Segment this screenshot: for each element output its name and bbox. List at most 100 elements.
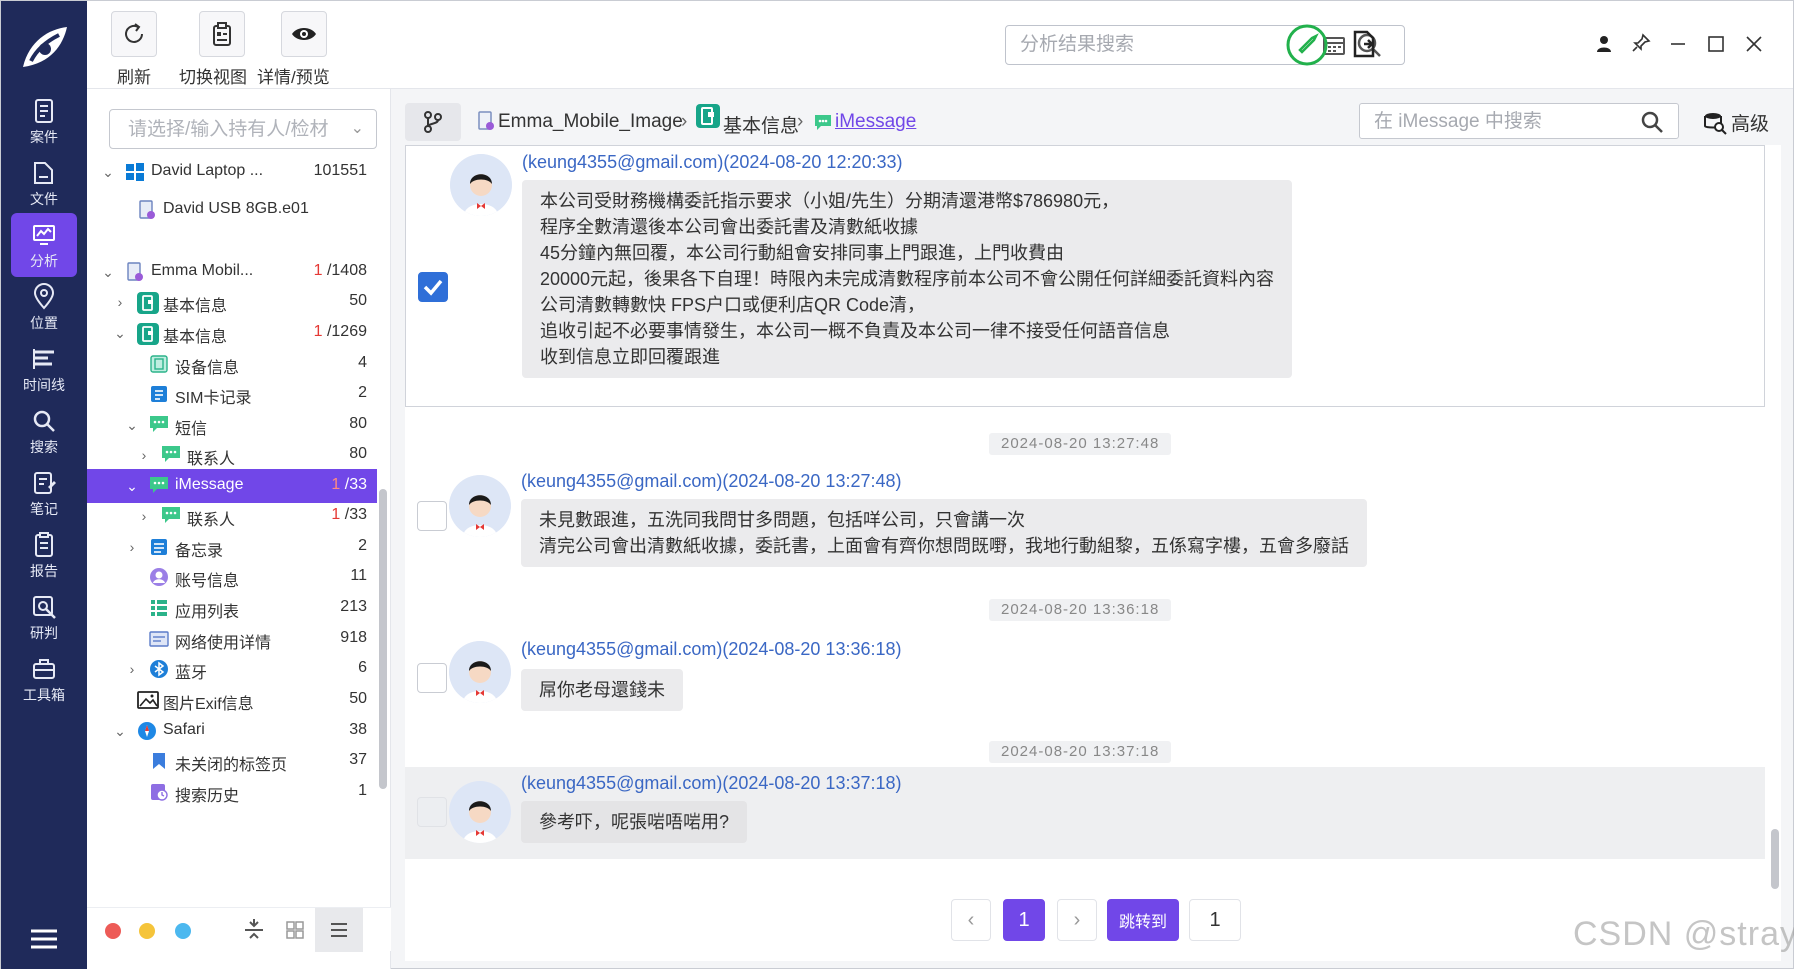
chevron-right-icon[interactable]: › <box>125 540 139 554</box>
prev-page-button[interactable]: ‹ <box>951 899 991 941</box>
advanced-search-button[interactable]: 高级 <box>1703 109 1769 136</box>
left-nav: 案件 文件 分析 位置 时间线 搜索 笔记 报告 研判 工具箱 <box>1 1 87 969</box>
message-item[interactable]: (keung4355@gmail.com)(2024-08-20 13:27:4… <box>405 461 1765 567</box>
message-checkbox[interactable] <box>417 663 447 693</box>
judge-icon <box>33 596 56 619</box>
tree-row[interactable]: 网络使用详情 918 <box>87 622 377 656</box>
chevron-down-icon[interactable]: ⌄ <box>101 165 115 179</box>
tree-row[interactable]: ⌄ Safari 38 <box>87 714 377 748</box>
total-count: /1408 <box>326 262 367 279</box>
message-bubble: 本公司受財務機構委託指示要求（小姐/先生）分期清還港幣$786980元， 程序全… <box>522 180 1293 378</box>
tree-row[interactable]: › 联系人 80 <box>87 438 377 472</box>
blue-dot-icon[interactable] <box>175 923 191 939</box>
jump-page-input[interactable]: 1 <box>1189 899 1241 941</box>
nav-item-file[interactable]: 文件 <box>11 151 77 215</box>
total-count: 50 <box>349 292 367 309</box>
chevron-down-icon[interactable]: ⌄ <box>113 724 127 738</box>
message-checkbox[interactable] <box>417 797 447 827</box>
message-sender: (keung4355@gmail.com)(2024-08-20 12:20:3… <box>522 152 903 172</box>
branch-button[interactable] <box>405 103 461 141</box>
minimize-icon[interactable] <box>1669 35 1687 53</box>
nav-item-analysis[interactable]: 分析 <box>11 213 77 277</box>
breadcrumb-current[interactable]: iMessage <box>835 111 916 133</box>
nav-item-report[interactable]: 报告 <box>11 523 77 587</box>
tree-row[interactable]: ⌄ David Laptop ... 101551 <box>87 155 377 189</box>
close-icon[interactable] <box>1745 35 1763 53</box>
watermark: CSDN @stray l <box>1573 915 1794 953</box>
tag-icon[interactable] <box>1285 23 1329 67</box>
message-search-input[interactable] <box>1374 110 1624 134</box>
nav-item-case[interactable]: 案件 <box>11 89 77 153</box>
switch-view-button[interactable]: 切换视图 <box>179 11 247 88</box>
nav-item-search[interactable]: 搜索 <box>11 399 77 463</box>
pin-icon[interactable] <box>1631 33 1651 53</box>
chevron-right-icon[interactable]: › <box>113 295 127 309</box>
nav-item-note[interactable]: 笔记 <box>11 461 77 525</box>
clipboard-icon <box>213 22 231 46</box>
message-scrollbar[interactable] <box>1771 829 1779 889</box>
tree-row-label: 基本信息 <box>163 329 228 346</box>
message-line: 45分鐘內無回覆，本公司行動組會安排同事上門跟進，上門收費由 <box>540 243 1065 263</box>
tree-row[interactable]: 搜索历史 1 <box>87 775 377 809</box>
message-checkbox[interactable] <box>417 501 447 531</box>
refresh-button[interactable]: 刷新 <box>111 11 157 88</box>
breadcrumb-item[interactable]: 基本信息 <box>723 111 799 138</box>
details-preview-button[interactable]: 详情/预览 <box>257 11 330 88</box>
message-search-box <box>1359 103 1679 139</box>
message-bubble: 未見數跟進，五洗同我問甘多問題，包括咩公司，只會講一次 清完公司會出清數紙收據，… <box>521 499 1367 567</box>
chevron-right-icon[interactable]: › <box>137 448 151 462</box>
next-page-button[interactable]: › <box>1057 899 1097 941</box>
message-item[interactable]: (keung4355@gmail.com)(2024-08-20 12:20:3… <box>405 145 1765 407</box>
chevron-down-icon[interactable]: ⌄ <box>113 326 127 340</box>
chevron-down-icon[interactable]: ⌄ <box>125 418 139 432</box>
branch-icon <box>424 111 442 133</box>
tree-row-label: 账号信息 <box>175 573 240 590</box>
tree-row[interactable]: ⌄ 基本信息 1 /1269 <box>87 316 377 350</box>
page-number-button[interactable]: 1 <box>1003 899 1045 941</box>
red-dot-icon[interactable] <box>105 923 121 939</box>
tree-row-label: Safari <box>163 721 205 738</box>
jump-to-button[interactable]: 跳转到 <box>1107 899 1179 941</box>
tree-row[interactable]: 未关闭的标签页 37 <box>87 744 377 778</box>
nav-item-timeline[interactable]: 时间线 <box>11 337 77 401</box>
chevron-down-icon[interactable]: ⌄ <box>125 479 139 493</box>
tree-row[interactable]: › 基本信息 50 <box>87 285 377 319</box>
tree-row[interactable]: 账号信息 11 <box>87 560 377 594</box>
tree-row[interactable]: › 蓝牙 6 <box>87 652 377 686</box>
tree-row[interactable]: ⌄ 短信 80 <box>87 408 377 442</box>
result-search-input[interactable] <box>1020 32 1310 58</box>
tree-row[interactable]: SIM卡记录 2 <box>87 377 377 411</box>
refresh-icon <box>125 23 143 43</box>
tree-row[interactable]: David USB 8GB.e01 <box>87 193 377 227</box>
tree-row[interactable]: 设备信息 4 <box>87 347 377 381</box>
export-icon[interactable] <box>1351 29 1379 59</box>
tree-row-selected[interactable]: ⌄ iMessage 1 /33 <box>87 469 377 503</box>
tree-row[interactable]: › 备忘录 2 <box>87 530 377 564</box>
nav-item-judge[interactable]: 研判 <box>11 585 77 649</box>
tree-row[interactable]: 图片Exif信息 50 <box>87 683 377 717</box>
yellow-dot-icon[interactable] <box>139 923 155 939</box>
chevron-right-icon: › <box>797 111 804 132</box>
chevron-right-icon[interactable]: › <box>137 509 151 523</box>
tree-row[interactable]: 应用列表 213 <box>87 591 377 625</box>
tree-row[interactable]: › 联系人 1 /33 <box>87 499 377 533</box>
chevron-down-icon[interactable]: ⌄ <box>101 265 115 279</box>
tree-scrollbar[interactable] <box>379 489 387 789</box>
grid-view-icon[interactable] <box>285 920 305 940</box>
holder-input[interactable] <box>128 118 328 142</box>
holder-select[interactable]: ⌄ <box>109 109 377 149</box>
user-icon[interactable] <box>1595 35 1613 53</box>
list-view-button[interactable] <box>315 908 363 952</box>
menu-icon[interactable] <box>29 927 59 951</box>
message-checkbox[interactable] <box>418 272 448 302</box>
collapse-icon[interactable] <box>243 918 265 942</box>
search-icon[interactable] <box>1640 110 1664 134</box>
breadcrumb-item[interactable]: Emma_Mobile_Image <box>498 111 683 133</box>
message-item[interactable]: (keung4355@gmail.com)(2024-08-20 13:36:1… <box>405 629 1765 719</box>
maximize-icon[interactable] <box>1707 35 1725 53</box>
nav-item-toolbox[interactable]: 工具箱 <box>11 647 77 711</box>
message-item[interactable]: (keung4355@gmail.com)(2024-08-20 13:37:1… <box>405 767 1765 859</box>
tree-row[interactable]: ⌄ Emma Mobil... 1 /1408 <box>87 255 377 289</box>
chevron-right-icon[interactable]: › <box>125 662 139 676</box>
nav-item-location[interactable]: 位置 <box>11 275 77 339</box>
